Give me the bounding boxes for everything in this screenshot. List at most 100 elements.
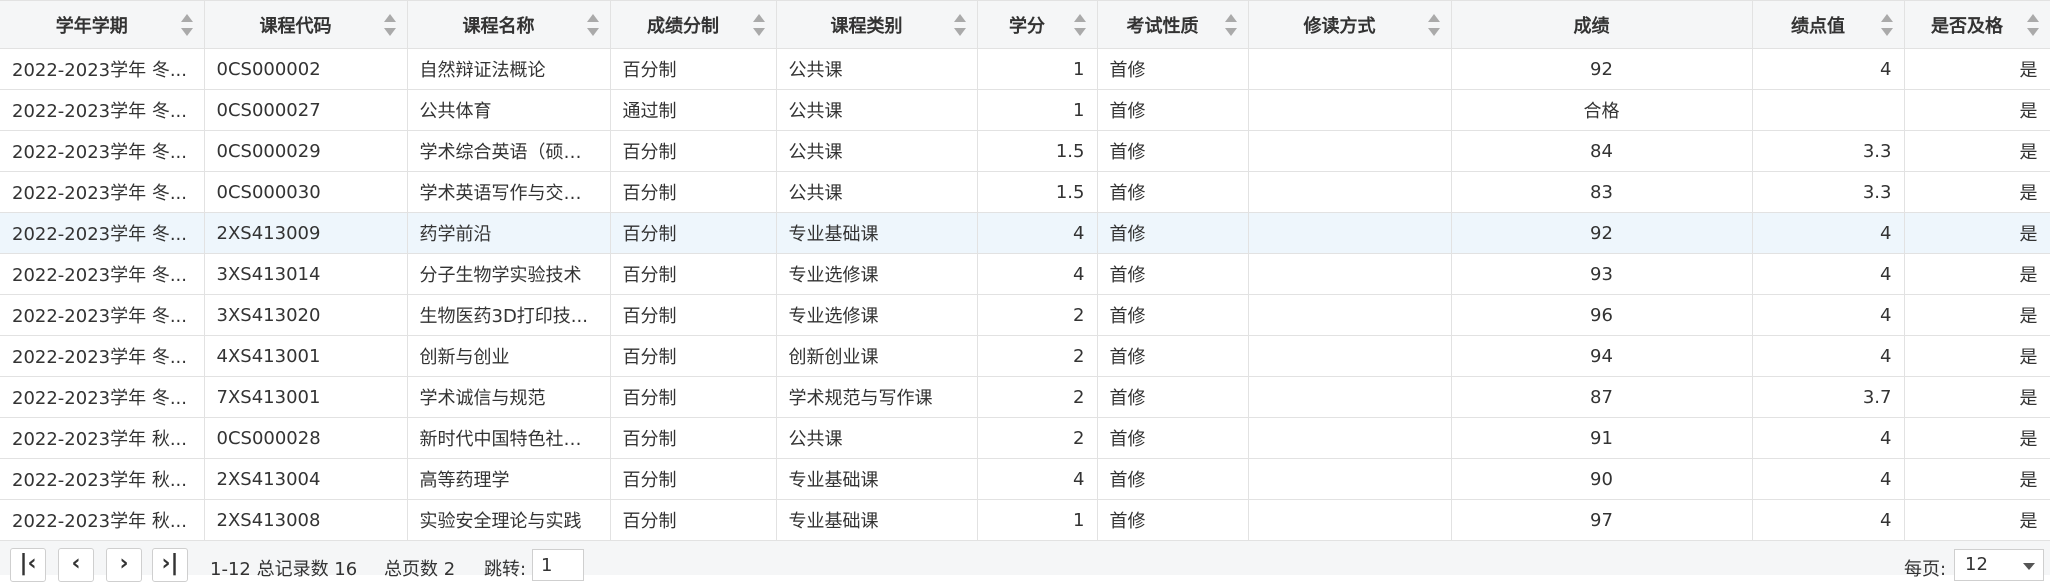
table-row[interactable]: 2022-2023学年 冬... 4XS413001 创新与创业 百分制 创新创业课 2 首…: [0, 335, 2050, 377]
first-page-button[interactable]: |‹: [10, 548, 46, 582]
cell-course-code: 3XS413014: [204, 253, 408, 295]
col-header-grading-scale[interactable]: 成绩分制: [610, 0, 777, 49]
cell-gpa: 4: [1752, 417, 1905, 459]
cell-credits: 1.5: [977, 171, 1098, 213]
next-page-button[interactable]: ›: [106, 548, 142, 582]
cell-term: 2022-2023学年 冬...: [0, 294, 205, 336]
cell-gpa: 4: [1752, 499, 1905, 541]
sort-icon[interactable]: [586, 12, 600, 38]
cell-grading-scale: 百分制: [610, 171, 777, 213]
jump-page-input[interactable]: [532, 549, 584, 581]
cell-study-mode: [1248, 335, 1452, 377]
cell-credits: 1: [977, 499, 1098, 541]
cell-study-mode: [1248, 458, 1452, 500]
col-header-gpa[interactable]: 绩点值: [1752, 0, 1905, 49]
prev-page-button[interactable]: ‹: [58, 548, 94, 582]
cell-course-code: 2XS413008: [204, 499, 408, 541]
cell-course-name: 分子生物学实验技术: [407, 253, 611, 295]
table-row[interactable]: 2022-2023学年 冬... 2XS413009 药学前沿 百分制 专业基础课 4 首修…: [0, 212, 2050, 254]
cell-gpa: 4: [1752, 48, 1905, 90]
cell-study-mode: [1248, 212, 1452, 254]
cell-term: 2022-2023学年 秋...: [0, 499, 205, 541]
cell-course-code: 3XS413020: [204, 294, 408, 336]
cell-course-type: 公共课: [776, 130, 978, 172]
col-header-exam-type[interactable]: 考试性质: [1097, 0, 1249, 49]
table-row[interactable]: 2022-2023学年 冬... 7XS413001 学术诚信与规范 百分制 学术规范与…: [0, 376, 2050, 418]
table-body: 2022-2023学年 冬... 0CS000002 自然辩证法概论 百分制 公共课 1 首…: [0, 48, 2050, 541]
cell-gpa: 4: [1752, 294, 1905, 336]
cell-course-code: 0CS000030: [204, 171, 408, 213]
sort-icon[interactable]: [383, 12, 397, 38]
cell-score: 87: [1451, 376, 1753, 418]
sort-icon[interactable]: [752, 12, 766, 38]
cell-course-code: 0CS000029: [204, 130, 408, 172]
cell-course-name: 实验安全理论与实践: [407, 499, 611, 541]
cell-study-mode: [1248, 253, 1452, 295]
sort-icon[interactable]: [1224, 12, 1238, 38]
col-header-term[interactable]: 学年学期: [0, 0, 205, 49]
cell-study-mode: [1248, 417, 1452, 459]
last-page-button[interactable]: ›|: [152, 548, 188, 582]
cell-study-mode: [1248, 130, 1452, 172]
cell-course-code: 7XS413001: [204, 376, 408, 418]
table-row[interactable]: 2022-2023学年 秋... 2XS413008 实验安全理论与实践 百分制 专业基…: [0, 499, 2050, 541]
table-row[interactable]: 2022-2023学年 秋... 0CS000028 新时代中国特色社会... 百分制…: [0, 417, 2050, 459]
cell-grading-scale: 百分制: [610, 48, 777, 90]
cell-study-mode: [1248, 48, 1452, 90]
col-header-course-code[interactable]: 课程代码: [204, 0, 408, 49]
table-row[interactable]: 2022-2023学年 冬... 3XS413020 生物医药3D打印技... 百分制…: [0, 294, 2050, 336]
cell-grading-scale: 百分制: [610, 499, 777, 541]
score-grid: 学年学期 课程代码 课程名称 成绩分制 课程类别 学分 考试性质 修读方式 成绩…: [0, 0, 2050, 541]
cell-grading-scale: 百分制: [610, 458, 777, 500]
sort-icon[interactable]: [2026, 12, 2040, 38]
table-row[interactable]: 2022-2023学年 冬... 0CS000002 自然辩证法概论 百分制 公共课 1 首…: [0, 48, 2050, 90]
cell-credits: 4: [977, 458, 1098, 500]
col-header-passed[interactable]: 是否及格: [1904, 0, 2050, 49]
sort-icon[interactable]: [1880, 12, 1894, 38]
col-header-credits[interactable]: 学分: [977, 0, 1098, 49]
cell-exam-type: 首修: [1097, 89, 1249, 131]
cell-passed: 是: [1904, 417, 2050, 459]
cell-passed: 是: [1904, 212, 2050, 254]
page-size-select[interactable]: 12: [1954, 549, 2044, 581]
cell-grading-scale: 百分制: [610, 253, 777, 295]
cell-course-name: 药学前沿: [407, 212, 611, 254]
sort-icon[interactable]: [1073, 12, 1087, 38]
table-row[interactable]: 2022-2023学年 冬... 0CS000029 学术综合英语（硕士... 百分制…: [0, 130, 2050, 172]
cell-gpa: 3.3: [1752, 171, 1905, 213]
header-row: 学年学期 课程代码 课程名称 成绩分制 课程类别 学分 考试性质 修读方式 成绩…: [0, 0, 2050, 49]
cell-course-code: 0CS000027: [204, 89, 408, 131]
cell-course-name: 学术英语写作与交流...: [407, 171, 611, 213]
cell-gpa: 4: [1752, 458, 1905, 500]
cell-gpa: [1752, 89, 1905, 131]
cell-score: 92: [1451, 212, 1753, 254]
cell-gpa: 3.7: [1752, 376, 1905, 418]
cell-exam-type: 首修: [1097, 171, 1249, 213]
cell-exam-type: 首修: [1097, 376, 1249, 418]
cell-score: 97: [1451, 499, 1753, 541]
cell-course-name: 新时代中国特色社会...: [407, 417, 611, 459]
col-header-course-type[interactable]: 课程类别: [776, 0, 978, 49]
table-row[interactable]: 2022-2023学年 冬... 0CS000027 公共体育 通过制 公共课 1 首修 合格…: [0, 89, 2050, 131]
table-row[interactable]: 2022-2023学年 秋... 2XS413004 高等药理学 百分制 专业基础课 4 首…: [0, 458, 2050, 500]
cell-course-code: 0CS000002: [204, 48, 408, 90]
table-row[interactable]: 2022-2023学年 冬... 3XS413014 分子生物学实验技术 百分制 专业选…: [0, 253, 2050, 295]
cell-passed: 是: [1904, 376, 2050, 418]
sort-icon[interactable]: [953, 12, 967, 38]
sort-icon[interactable]: [1427, 12, 1441, 38]
cell-passed: 是: [1904, 89, 2050, 131]
table-row[interactable]: 2022-2023学年 冬... 0CS000030 学术英语写作与交流... 百分制…: [0, 171, 2050, 213]
cell-term: 2022-2023学年 冬...: [0, 376, 205, 418]
cell-term: 2022-2023学年 秋...: [0, 417, 205, 459]
cell-passed: 是: [1904, 335, 2050, 377]
cell-course-type: 专业选修课: [776, 253, 978, 295]
cell-course-type: 专业选修课: [776, 294, 978, 336]
col-header-study-mode[interactable]: 修读方式: [1248, 0, 1452, 49]
cell-grading-scale: 百分制: [610, 294, 777, 336]
cell-course-name: 公共体育: [407, 89, 611, 131]
sort-icon[interactable]: [180, 12, 194, 38]
col-header-score[interactable]: 成绩: [1451, 0, 1753, 49]
cell-course-code: 2XS413004: [204, 458, 408, 500]
pagination-bar: |‹ ‹ › ›| 1-12 总记录数 16 总页数 2 跳转: 每页: 12: [0, 540, 2050, 582]
col-header-course-name[interactable]: 课程名称: [407, 0, 611, 49]
